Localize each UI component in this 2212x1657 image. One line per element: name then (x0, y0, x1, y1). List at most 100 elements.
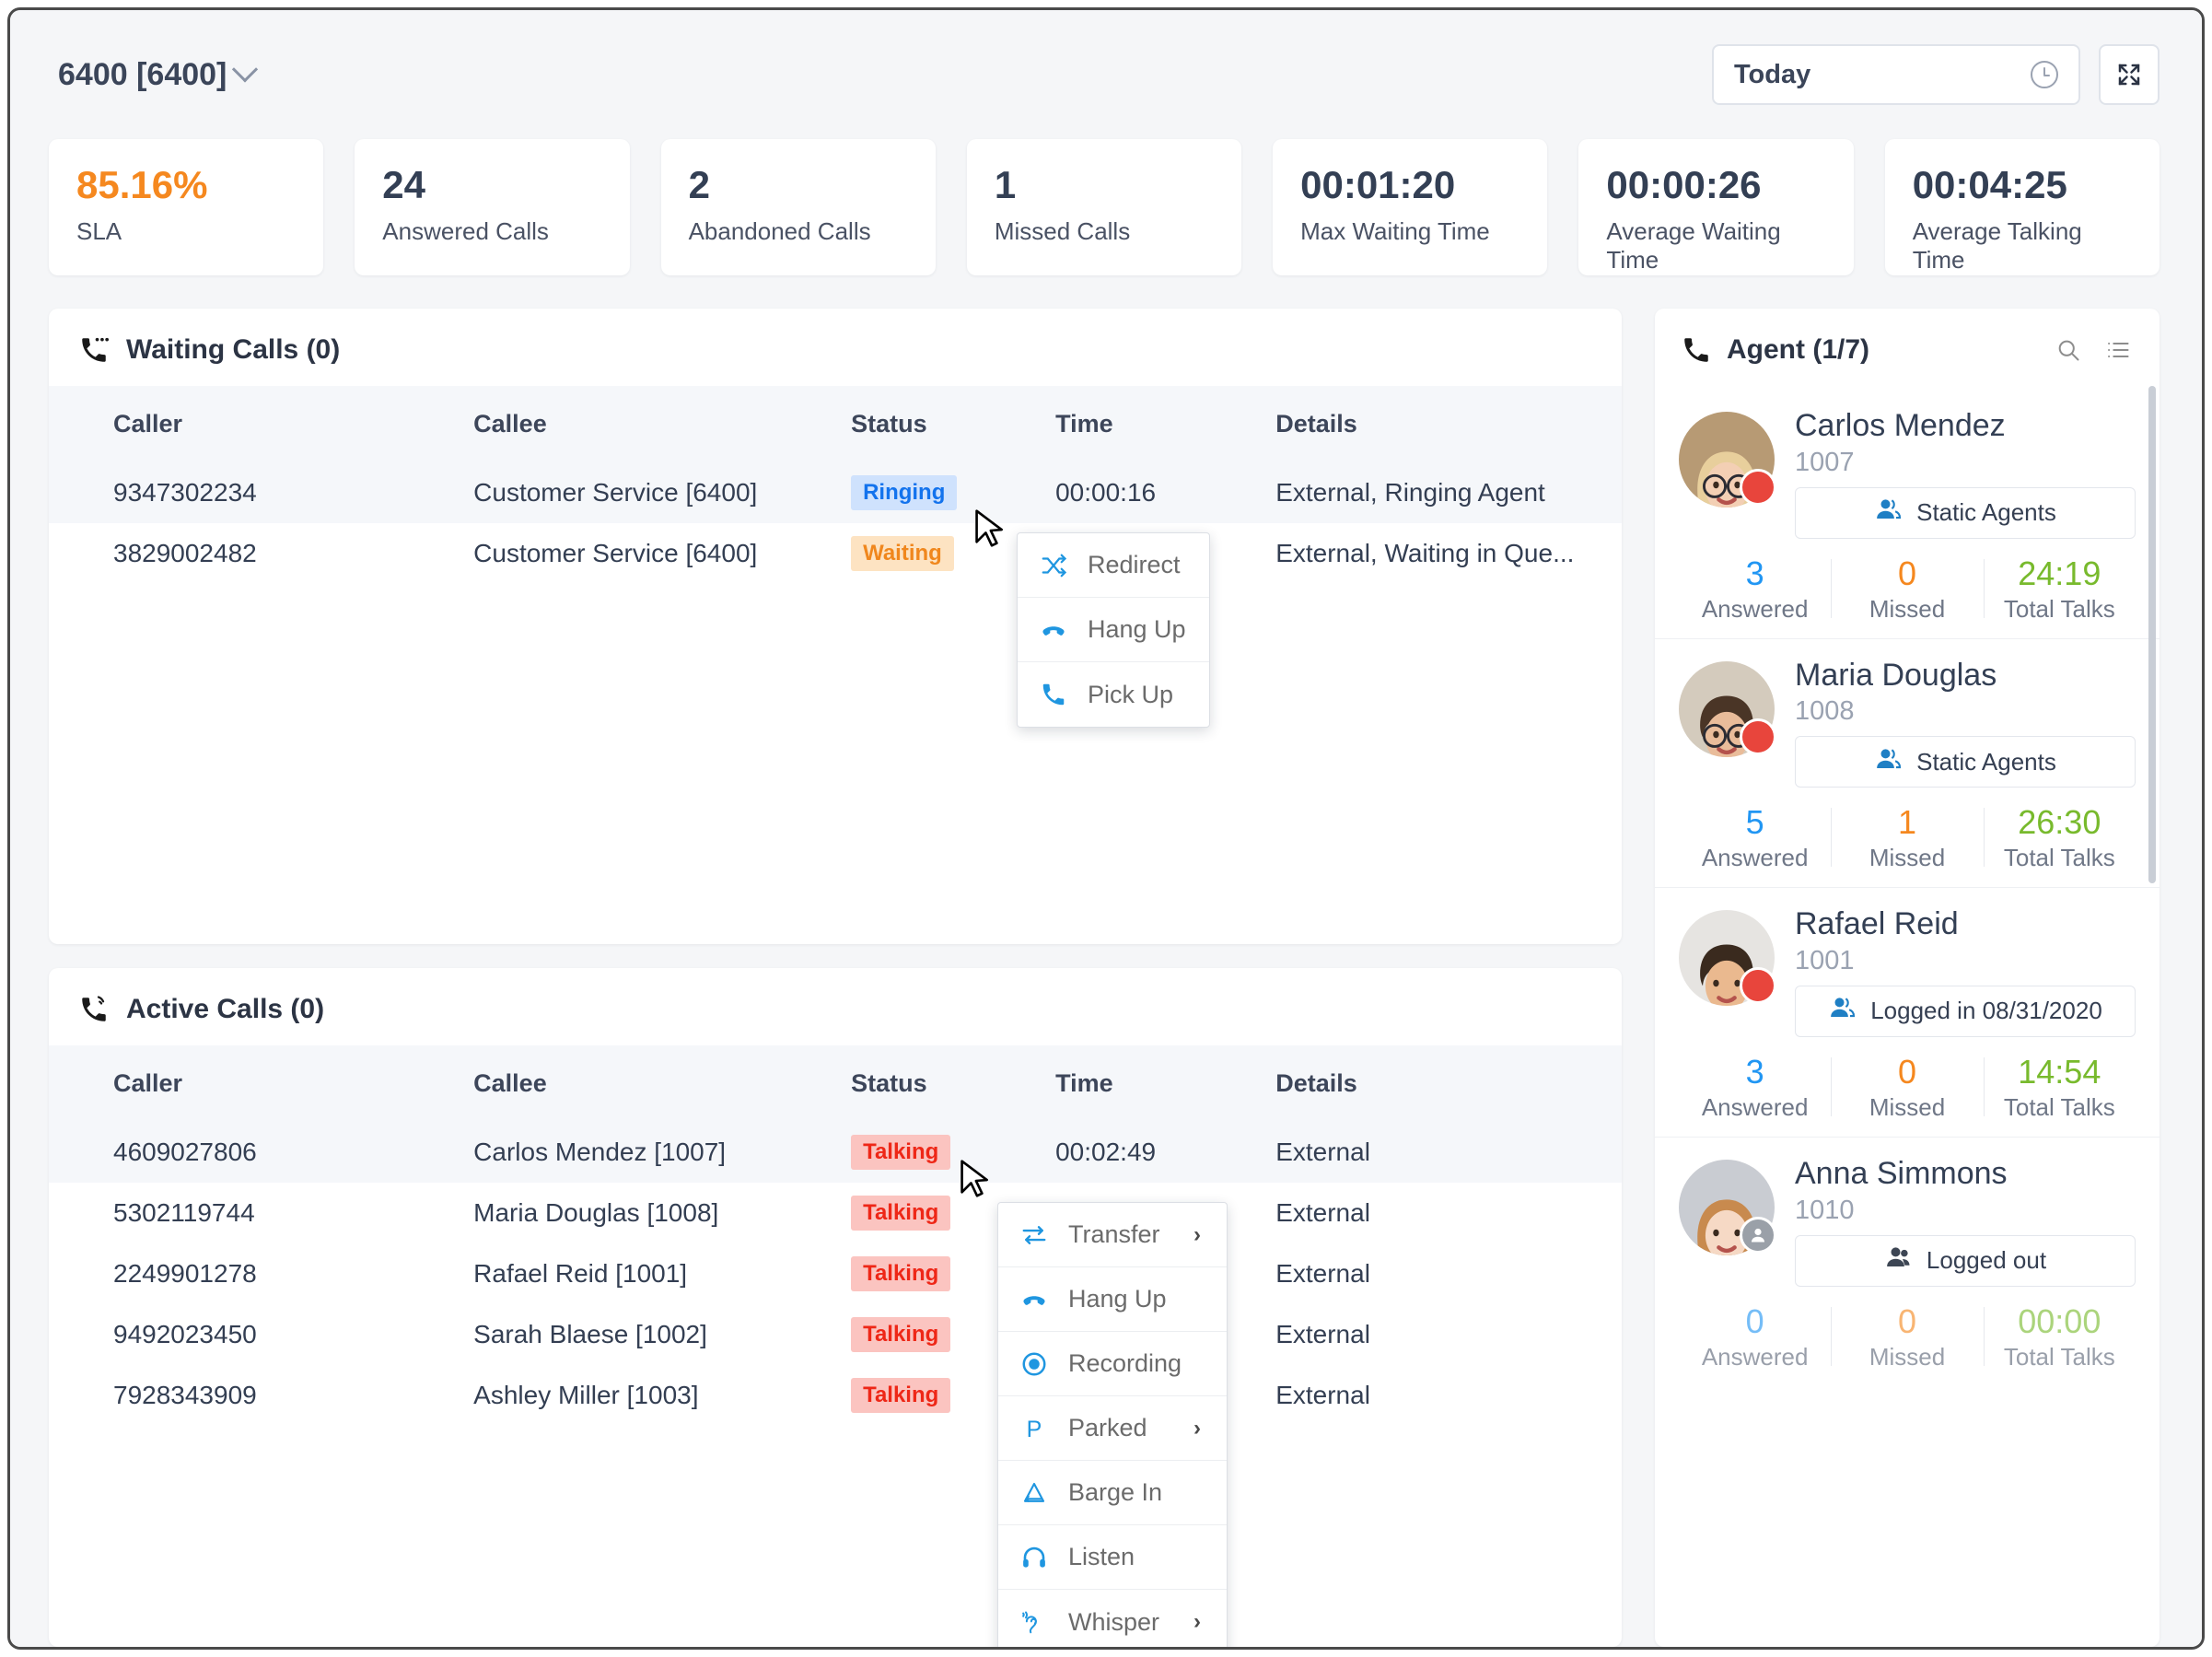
agent-status-chip[interactable]: Static Agents (1795, 736, 2136, 788)
stat-answered-value: 3 (1679, 1052, 1831, 1091)
active-calls-header: Active Calls (0) (49, 968, 1622, 1045)
status-badge: Talking (851, 1256, 950, 1291)
agent-name: Carlos Mendez (1795, 406, 2136, 446)
agent-card-top: Maria Douglas1008Static Agents (1679, 654, 2136, 788)
menu-item-listen[interactable]: Listen (998, 1525, 1227, 1590)
barge-in-icon (1020, 1479, 1061, 1507)
cell-caller: 2249901278 (49, 1243, 473, 1304)
table-row[interactable]: 5302119744Maria Douglas [1008]Talking00:… (49, 1183, 1622, 1243)
menu-item-transfer[interactable]: Transfer› (998, 1203, 1227, 1267)
parked-icon: P (1020, 1415, 1061, 1442)
left-column: Waiting Calls (0) Caller Callee Status T… (49, 309, 1622, 1647)
stat-total-talks: 14:54Total Talks (1984, 1052, 2136, 1122)
stat-missed-value: 0 (1831, 1052, 1983, 1091)
col-details: Details (1275, 386, 1622, 462)
agent-stats: 5Answered1Missed26:30Total Talks (1679, 802, 2136, 881)
active-calls-title: Active Calls (0) (126, 994, 324, 1025)
menu-item-redirect[interactable]: Redirect (1018, 533, 1209, 598)
table-row[interactable]: 7928343909Ashley Miller [1003]TalkingExt… (49, 1365, 1622, 1426)
table-row[interactable]: 9347302234Customer Service [6400]Ringing… (49, 462, 1622, 523)
agent-card[interactable]: Rafael Reid1001Logged in 08/31/20203Answ… (1655, 888, 2160, 1138)
stat-talks-label: Total Talks (1984, 1343, 2136, 1371)
menu-item-pick-up[interactable]: Pick Up (1018, 662, 1209, 727)
agent-search-button[interactable] (2051, 333, 2086, 368)
agent-icon (1874, 496, 1902, 530)
menu-item-barge-in[interactable]: Barge In (998, 1461, 1227, 1525)
status-busy-icon (1740, 718, 1776, 755)
queue-selector[interactable]: 6400 [6400] (58, 57, 254, 93)
agent-extension: 1007 (1795, 448, 2136, 478)
app-window: 6400 [6400] Today 85.16%SLA24Ans (7, 7, 2205, 1650)
kpi-label: Answered Calls (382, 217, 601, 246)
waiting-calls-body: 9347302234Customer Service [6400]Ringing… (49, 462, 1622, 584)
kpi-card: 00:04:25Average Talking Time (1885, 139, 2160, 275)
table-row[interactable]: 4609027806Carlos Mendez [1007]Talking00:… (49, 1122, 1622, 1183)
status-badge: Talking (851, 1196, 950, 1231)
cell-details: External (1275, 1122, 1622, 1183)
chevron-right-icon: › (1173, 1609, 1201, 1635)
table-row[interactable]: 9492023450Sarah Blaese [1002]TalkingExte… (49, 1304, 1622, 1365)
menu-item-label: Whisper (1061, 1608, 1173, 1637)
waiting-call-context-menu[interactable]: RedirectHang UpPick Up (1017, 532, 1210, 728)
stat-answered-value: 0 (1679, 1301, 1831, 1341)
menu-item-label: Parked (1061, 1414, 1173, 1442)
col-details: Details (1275, 1045, 1622, 1122)
stat-total-talks: 26:30Total Talks (1984, 802, 2136, 872)
table-row[interactable]: 3829002482Customer Service [6400]Waiting… (49, 523, 1622, 584)
menu-item-hang-up[interactable]: Hang Up (998, 1267, 1227, 1332)
table-row[interactable]: 2249901278Rafael Reid [1001]TalkingExter… (49, 1243, 1622, 1304)
cell-callee: Customer Service [6400] (473, 462, 851, 523)
agent-info: Carlos Mendez1007 Static Agents (1795, 404, 2136, 539)
agent-status-chip[interactable]: Logged out (1795, 1235, 2136, 1287)
agent-card[interactable]: Anna Simmons1010Logged out0Answered0Miss… (1655, 1138, 2160, 1386)
chevron-right-icon: › (1173, 1222, 1201, 1248)
cell-status: Talking (851, 1122, 1055, 1183)
svg-text:P: P (1027, 1416, 1042, 1441)
agent-list-view-button[interactable] (2101, 333, 2136, 368)
stat-answered: 3Answered (1679, 1052, 1831, 1122)
agent-stats: 3Answered0Missed14:54Total Talks (1679, 1052, 2136, 1131)
menu-item-parked[interactable]: PParked› (998, 1396, 1227, 1461)
right-column: Agent (1/7) (1655, 309, 2160, 1647)
whisper-icon (1020, 1608, 1061, 1636)
stat-answered: 3Answered (1679, 554, 1831, 624)
cell-caller: 7928343909 (49, 1365, 473, 1426)
menu-item-recording[interactable]: Recording (998, 1332, 1227, 1396)
agent-panel-title: Agent (1/7) (1727, 334, 2036, 366)
fullscreen-button[interactable] (2099, 44, 2160, 105)
top-bar: 6400 [6400] Today (10, 10, 2202, 139)
kpi-value: 00:00:26 (1606, 163, 1825, 206)
avatar (1679, 412, 1775, 508)
agent-extension: 1010 (1795, 1196, 2136, 1226)
date-filter-select[interactable]: Today (1712, 44, 2080, 105)
waiting-calls-header-row: Caller Callee Status Time Details (49, 386, 1622, 462)
cell-caller: 9347302234 (49, 462, 473, 523)
agent-name: Anna Simmons (1795, 1154, 2136, 1194)
status-badge: Ringing (851, 475, 957, 510)
stat-missed-label: Missed (1831, 1343, 1983, 1371)
menu-item-label: Barge In (1061, 1478, 1201, 1507)
stat-talks-label: Total Talks (1984, 595, 2136, 624)
agent-status-chip[interactable]: Logged in 08/31/2020 (1795, 986, 2136, 1037)
kpi-value: 00:04:25 (1913, 163, 2132, 206)
agent-list[interactable]: Carlos Mendez1007Static Agents3Answered0… (1655, 390, 2160, 1647)
search-icon (2055, 337, 2081, 363)
phone-active-icon (78, 994, 110, 1025)
menu-item-whisper[interactable]: Whisper› (998, 1590, 1227, 1650)
phone-agent-icon (1681, 334, 1712, 366)
phone-waiting-icon (78, 334, 110, 366)
cell-callee: Carlos Mendez [1007] (473, 1122, 851, 1183)
kpi-row: 85.16%SLA24Answered Calls2Abandoned Call… (10, 139, 2202, 275)
menu-item-hang-up[interactable]: Hang Up (1018, 598, 1209, 662)
active-calls-body: 4609027806Carlos Mendez [1007]Talking00:… (49, 1122, 1622, 1426)
active-call-context-menu[interactable]: Transfer›Hang UpRecording P Parked › Barge I… (997, 1202, 1228, 1650)
agent-list-scrollbar[interactable] (2148, 386, 2156, 883)
agent-card[interactable]: Carlos Mendez1007Static Agents3Answered0… (1655, 390, 2160, 639)
queue-label: 6400 [6400] (58, 57, 227, 93)
agent-card[interactable]: Maria Douglas1008Static Agents 5Answered1… (1655, 639, 2160, 889)
cell-details: External, Waiting in Que... (1275, 523, 1622, 584)
active-calls-panel: Active Calls (0) Caller Callee Status Ti… (49, 968, 1622, 1647)
agent-status-chip[interactable]: Static Agents (1795, 487, 2136, 539)
kpi-label: Average Waiting Time (1606, 217, 1825, 274)
cell-time: 00:02:49 (1055, 1122, 1275, 1183)
